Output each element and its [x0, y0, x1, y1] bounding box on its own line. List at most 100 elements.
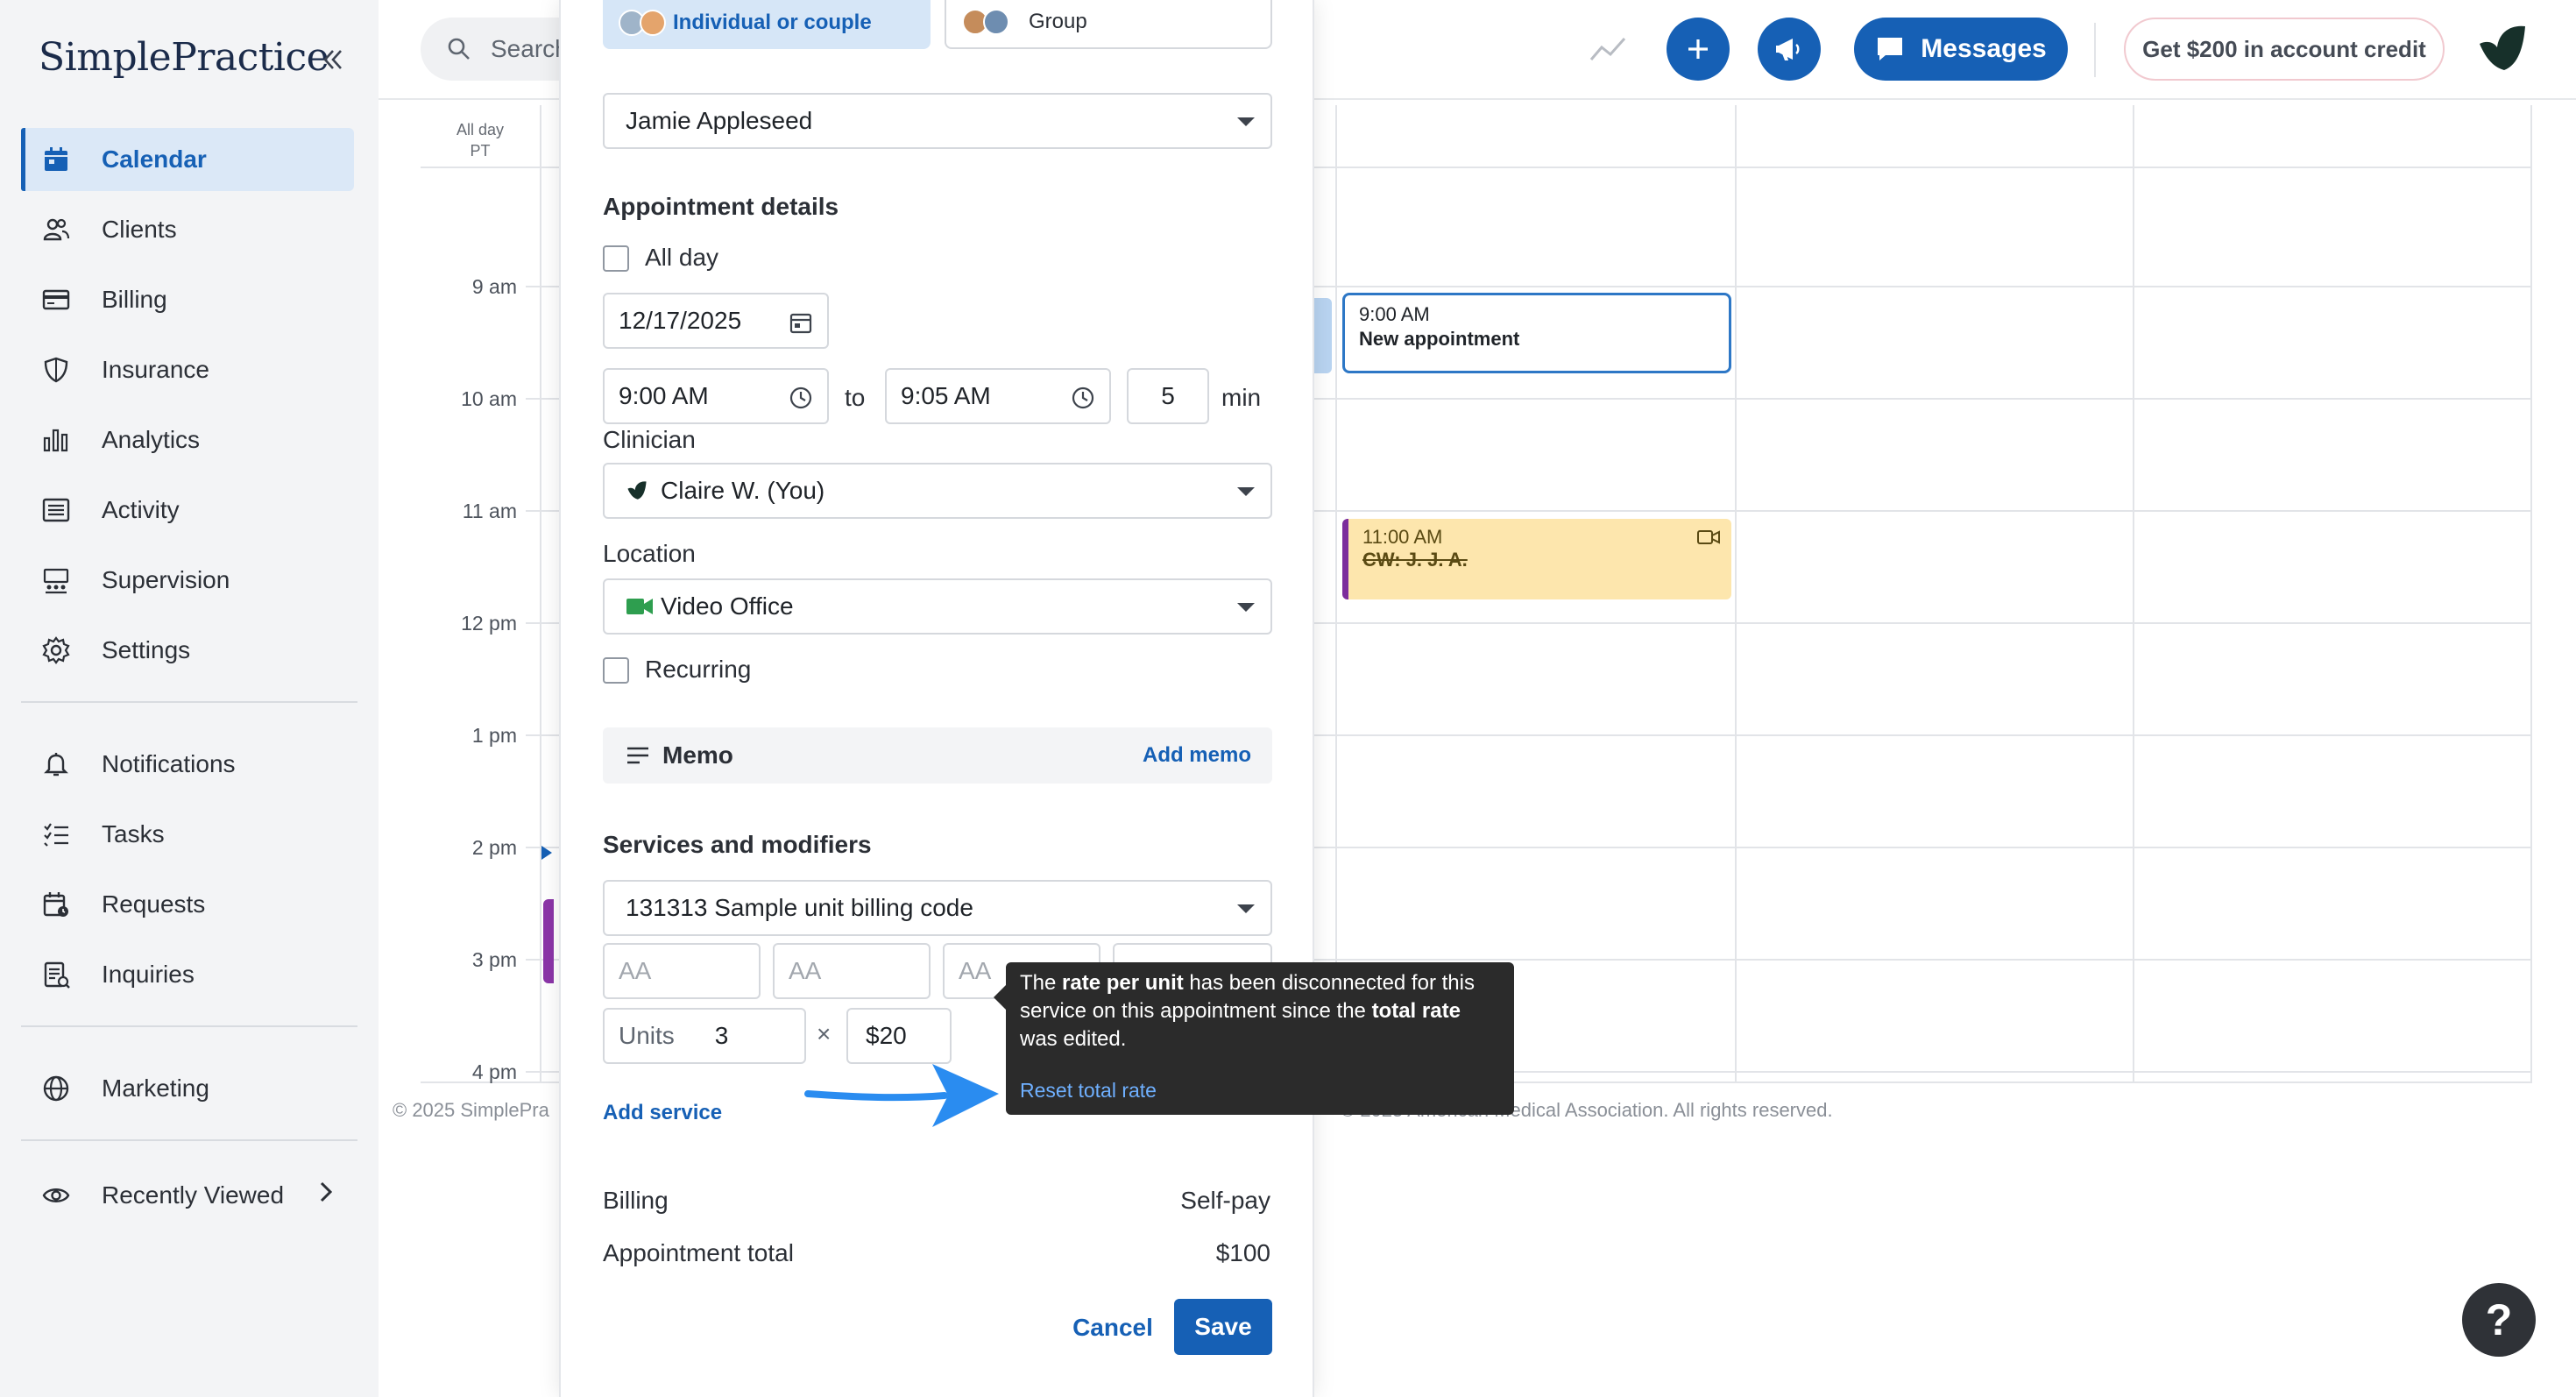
account-credit-button[interactable]: Get $200 in account credit [2124, 18, 2445, 81]
modifier-input-1[interactable]: AA [603, 943, 761, 999]
caret-down-icon [1237, 117, 1255, 126]
sidebar-item-billing[interactable]: Billing [21, 268, 354, 331]
location-label: Location [603, 540, 696, 567]
plus-icon [1688, 39, 1708, 59]
current-time-marker [541, 846, 552, 860]
messages-label: Messages [1921, 34, 2047, 63]
duration-unit-label: min [1221, 384, 1262, 411]
location-select[interactable]: Video Office [603, 578, 1272, 635]
grid-line [1335, 105, 1337, 1081]
hour-label: 2 pm [471, 836, 517, 859]
client-avatars [619, 10, 666, 36]
add-memo-link[interactable]: Add memo [1143, 743, 1251, 768]
topbar-divider [2094, 23, 2096, 77]
grid-line [1735, 105, 1737, 1081]
messages-button[interactable]: Messages [1854, 18, 2068, 81]
sidebar-item-inquiries[interactable]: Inquiries [21, 943, 354, 1006]
tab-individual-or-couple[interactable]: Individual or couple [603, 0, 931, 49]
duration-field[interactable]: 5 [1127, 368, 1209, 424]
sidebar-item-clients[interactable]: Clients [21, 198, 354, 261]
sidebar-item-marketing[interactable]: Marketing [21, 1057, 354, 1120]
hour-label: 12 pm [461, 612, 517, 635]
services-title: Services and modifiers [603, 831, 872, 858]
credit-label: Get $200 in account credit [2142, 35, 2426, 62]
sidebar-divider [21, 1025, 357, 1027]
rate-value: $20 [866, 1022, 907, 1049]
sidebar-item-requests[interactable]: Requests [21, 873, 354, 936]
sidebar-item-label: Requests [102, 890, 206, 918]
group-avatars [962, 9, 1009, 35]
all-day-checkbox[interactable] [603, 245, 629, 272]
recurring-label: Recurring [645, 656, 752, 683]
calendar-event[interactable]: 11:00 AM CW: J. J. A. [1342, 519, 1731, 599]
modifier-placeholder: AA [789, 957, 822, 984]
sidebar-item-insurance[interactable]: Insurance [21, 338, 354, 401]
annotation-arrow [804, 1064, 999, 1127]
client-select[interactable]: Jamie Appleseed [603, 93, 1272, 149]
reset-total-rate-link[interactable]: Reset total rate [1020, 1076, 1157, 1104]
tooltip-bold-text: rate per unit [1062, 971, 1184, 995]
sidebar-item-activity[interactable]: Activity [21, 479, 354, 542]
collapse-sidebar-button[interactable] [315, 42, 350, 77]
appointment-total-label: Appointment total [603, 1239, 794, 1266]
video-camera-icon [626, 599, 653, 614]
units-value: 3 [714, 1022, 729, 1049]
sidebar-item-calendar[interactable]: Calendar [21, 128, 354, 191]
billing-card-icon [40, 284, 72, 316]
hour-label: 9 am [471, 275, 517, 298]
event-strip[interactable] [543, 899, 554, 983]
recurring-checkbox[interactable] [603, 657, 629, 684]
end-time-field[interactable]: 9:05 AM [885, 368, 1111, 424]
simplepractice-logo[interactable]: SimplePractice [39, 32, 329, 84]
date-field[interactable]: 12/17/2025 [603, 293, 829, 349]
caret-down-icon [1237, 487, 1255, 496]
tooltip-text: The [1020, 971, 1063, 995]
chat-bubble-icon [1878, 38, 1903, 60]
modifier-placeholder: AA [959, 957, 992, 984]
clinician-label: Clinician [603, 426, 696, 453]
calendar-icon [789, 313, 812, 334]
sidebar-item-supervision[interactable]: Supervision [21, 549, 354, 612]
event-time: 9:00 AM [1359, 303, 1430, 325]
sidebar: SimplePractice Calendar Clients Billing … [0, 0, 379, 1397]
units-field[interactable]: Units 3 [603, 1008, 806, 1064]
cancel-button[interactable]: Cancel [1051, 1301, 1174, 1355]
clinician-select[interactable]: Claire W. (You) [603, 463, 1272, 519]
add-service-link[interactable]: Add service [603, 1101, 722, 1125]
clinician-value: Claire W. (You) [661, 477, 825, 504]
calendar-icon [40, 144, 72, 175]
memo-section: Memo Add memo [603, 727, 1272, 784]
bell-icon [40, 748, 72, 780]
sidebar-item-tasks[interactable]: Tasks [21, 803, 354, 866]
tooltip-text: was edited. [1020, 1027, 1127, 1051]
all-day-label: All day [645, 244, 719, 271]
add-button[interactable] [1667, 18, 1730, 81]
sidebar-item-label: Notifications [102, 750, 236, 777]
modifier-placeholder: AA [619, 957, 652, 984]
modifier-input-2[interactable]: AA [773, 943, 931, 999]
gear-icon [40, 635, 72, 666]
save-button[interactable]: Save [1174, 1299, 1272, 1355]
sidebar-item-notifications[interactable]: Notifications [21, 733, 354, 796]
sidebar-item-analytics[interactable]: Analytics [21, 408, 354, 472]
grid-line [2133, 105, 2134, 1081]
start-time-field[interactable]: 9:00 AM [603, 368, 829, 424]
sidebar-item-recently-viewed[interactable]: Recently Viewed [21, 1164, 354, 1227]
new-appointment-event[interactable]: 9:00 AM New appointment [1342, 293, 1731, 373]
sidebar-item-settings[interactable]: Settings [21, 619, 354, 682]
announcements-button[interactable] [1758, 18, 1821, 81]
tab-label: Group [1029, 10, 1087, 33]
trend-icon[interactable] [1588, 30, 1628, 70]
memo-label: Memo [662, 741, 733, 769]
account-avatar[interactable] [2474, 21, 2530, 77]
help-button[interactable]: ? [2462, 1283, 2536, 1357]
inquiries-icon [40, 959, 72, 990]
search-icon [448, 38, 470, 60]
avatar [983, 9, 1009, 35]
service-select[interactable]: 131313 Sample unit billing code [603, 880, 1272, 936]
event-strip[interactable] [1313, 298, 1332, 373]
eye-icon [40, 1180, 72, 1211]
sidebar-item-label: Clients [102, 216, 177, 243]
multiply-symbol: × [817, 1020, 832, 1047]
tab-group[interactable]: Group [945, 0, 1272, 49]
